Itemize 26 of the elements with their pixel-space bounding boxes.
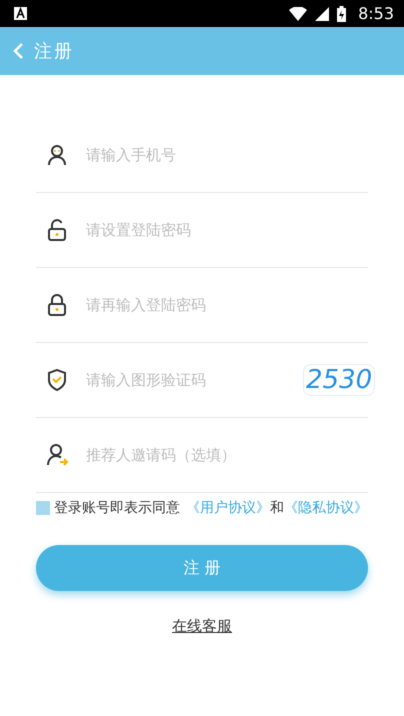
padlock-icon [47,294,67,316]
agreement-checkbox[interactable] [36,501,50,515]
captcha-image[interactable]: 2530 [303,364,376,396]
battery-charging-icon [337,6,346,22]
register-button[interactable]: 注 册 [36,545,368,591]
wifi-icon [289,6,308,20]
person-arrow-icon [46,444,68,466]
back-chevron-icon [12,42,24,60]
user-agreement-link[interactable]: 《用户协议》 [186,499,270,517]
input-field[interactable]: 请设置登陆密码 [84,220,368,240]
signal-icon [315,6,330,20]
privacy-agreement-link[interactable]: 《隐私协议》 [284,499,368,517]
agreement-text: 登录账号即表示同意 [54,499,180,517]
input-field[interactable]: 推荐人邀请码（选填） [84,446,368,464]
unlocked-padlock-icon [47,219,67,241]
person-icon [47,144,67,166]
shield-check-icon [47,369,67,391]
app-notification-icon [14,7,27,20]
back-button[interactable] [12,42,24,60]
agreement-joiner: 和 [270,499,284,517]
input-field[interactable]: 请输入图形验证码 [84,370,287,390]
page-title: 注册 [34,40,74,63]
online-support-link[interactable]: 在线客服 [172,617,232,636]
input-field[interactable]: 请输入手机号 [84,146,368,164]
input-field[interactable]: 请再输入登陆密码 [84,296,368,314]
status-time: 8:53 [358,4,394,23]
